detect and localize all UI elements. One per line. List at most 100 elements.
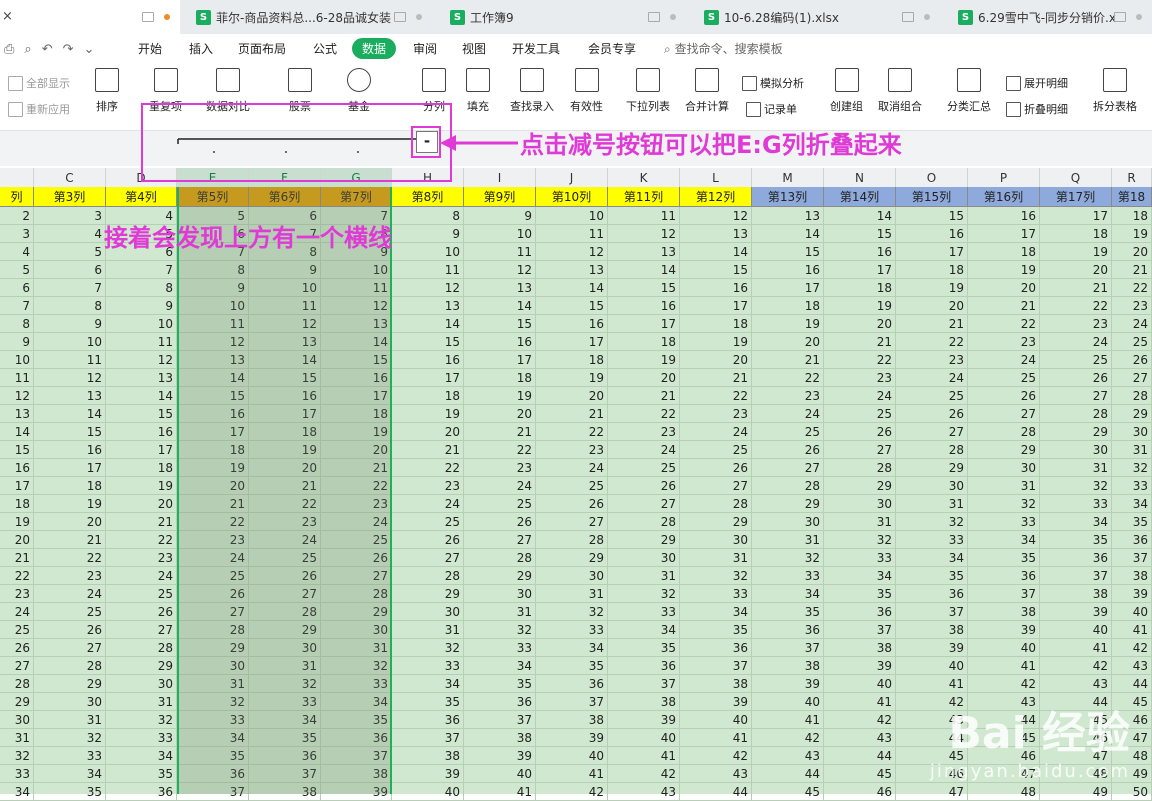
- grid-cell[interactable]: 50: [1112, 783, 1152, 801]
- grid-cell[interactable]: 16: [249, 387, 321, 405]
- grid-cell[interactable]: 29: [392, 585, 464, 603]
- grid-cell[interactable]: 35: [608, 639, 680, 657]
- grid-cell[interactable]: 18: [321, 405, 392, 423]
- grid-cell[interactable]: 35: [824, 585, 896, 603]
- grid-cell[interactable]: 15: [321, 351, 392, 369]
- grid-cell[interactable]: 19: [608, 351, 680, 369]
- grid-cell[interactable]: 26: [896, 405, 968, 423]
- grid-cell[interactable]: 12: [34, 369, 106, 387]
- grid-cell[interactable]: 9: [392, 225, 464, 243]
- grid-cell[interactable]: 27: [968, 405, 1040, 423]
- grid-cell[interactable]: 28: [392, 567, 464, 585]
- grid-cell[interactable]: 32: [680, 567, 752, 585]
- grid-cell[interactable]: 8: [0, 315, 34, 333]
- grid-cell[interactable]: 39: [1040, 603, 1112, 621]
- grid-cell[interactable]: 17: [968, 225, 1040, 243]
- grid-cell[interactable]: 39: [536, 729, 608, 747]
- grid-cell[interactable]: 30: [896, 477, 968, 495]
- header-cell[interactable]: 第6列: [249, 187, 321, 207]
- grid-cell[interactable]: 18: [536, 351, 608, 369]
- grid-cell[interactable]: 23: [536, 441, 608, 459]
- grid-cell[interactable]: 2: [0, 207, 34, 225]
- grid-cell[interactable]: 16: [464, 333, 536, 351]
- grid-cell[interactable]: 39: [608, 711, 680, 729]
- grid-cell[interactable]: 37: [1112, 549, 1152, 567]
- grid-cell[interactable]: 14: [392, 315, 464, 333]
- grid-cell[interactable]: 15: [752, 243, 824, 261]
- grid-cell[interactable]: 37: [392, 729, 464, 747]
- grid-cell[interactable]: 14: [106, 387, 177, 405]
- grid-cell[interactable]: 19: [680, 333, 752, 351]
- grid-cell[interactable]: 13: [106, 369, 177, 387]
- grid-cell[interactable]: 22: [536, 423, 608, 441]
- grid-cell[interactable]: 43: [824, 729, 896, 747]
- grid-cell[interactable]: 18: [752, 297, 824, 315]
- grid-cell[interactable]: 31: [968, 477, 1040, 495]
- grid-cell[interactable]: 19: [752, 315, 824, 333]
- grid-cell[interactable]: 27: [536, 513, 608, 531]
- grid-cell[interactable]: 33: [464, 639, 536, 657]
- grid-cell[interactable]: 25: [464, 495, 536, 513]
- grid-cell[interactable]: 30: [536, 567, 608, 585]
- window-icon[interactable]: [142, 12, 154, 22]
- header-cell[interactable]: 第13列: [752, 187, 824, 207]
- grid-cell[interactable]: 24: [177, 549, 249, 567]
- grid-cell[interactable]: 36: [249, 747, 321, 765]
- grid-cell[interactable]: 23: [896, 351, 968, 369]
- grid-cell[interactable]: 26: [968, 387, 1040, 405]
- grid-cell[interactable]: 13: [321, 315, 392, 333]
- grid-cell[interactable]: 14: [752, 225, 824, 243]
- grid-cell[interactable]: 11: [321, 279, 392, 297]
- header-cell[interactable]: 第17列: [1040, 187, 1112, 207]
- grid-cell[interactable]: 25: [392, 513, 464, 531]
- record-button[interactable]: 记录单: [746, 101, 797, 117]
- grid-cell[interactable]: 37: [680, 657, 752, 675]
- grid-cell[interactable]: 20: [752, 333, 824, 351]
- grid-cell[interactable]: 35: [536, 657, 608, 675]
- grid-cell[interactable]: 11: [249, 297, 321, 315]
- grid-cell[interactable]: 12: [0, 387, 34, 405]
- grid-cell[interactable]: 15: [249, 369, 321, 387]
- grid-cell[interactable]: 34: [0, 783, 34, 801]
- grid-cell[interactable]: 33: [34, 747, 106, 765]
- tab-3[interactable]: S 10-6.28编码(1).xlsx: [690, 0, 940, 34]
- grid-cell[interactable]: 42: [968, 675, 1040, 693]
- grid-cell[interactable]: 28: [464, 549, 536, 567]
- grid-cell[interactable]: 23: [680, 405, 752, 423]
- grid-cell[interactable]: 19: [896, 279, 968, 297]
- grid-cell[interactable]: 36: [680, 639, 752, 657]
- grid-cell[interactable]: 43: [752, 747, 824, 765]
- grid-cell[interactable]: 10: [464, 225, 536, 243]
- grid-cell[interactable]: 34: [968, 531, 1040, 549]
- grid-cell[interactable]: 36: [392, 711, 464, 729]
- grid-cell[interactable]: 22: [608, 405, 680, 423]
- grid-cell[interactable]: 14: [824, 207, 896, 225]
- grid-cell[interactable]: 33: [1112, 477, 1152, 495]
- grid-cell[interactable]: 5: [0, 261, 34, 279]
- grid-cell[interactable]: 21: [392, 441, 464, 459]
- grid-cell[interactable]: 28: [608, 513, 680, 531]
- header-cell[interactable]: 第8列: [392, 187, 464, 207]
- grid-cell[interactable]: 17: [752, 279, 824, 297]
- grid-cell[interactable]: 37: [464, 711, 536, 729]
- grid-cell[interactable]: 26: [1112, 351, 1152, 369]
- grid-cell[interactable]: 30: [34, 693, 106, 711]
- tab-0[interactable]: ×: [0, 0, 180, 34]
- grid-cell[interactable]: 36: [968, 567, 1040, 585]
- grid-cell[interactable]: 39: [464, 747, 536, 765]
- grid-cell[interactable]: 30: [321, 621, 392, 639]
- grid-cell[interactable]: 31: [824, 513, 896, 531]
- grid-cell[interactable]: 38: [680, 675, 752, 693]
- grid-cell[interactable]: 31: [896, 495, 968, 513]
- grid-cell[interactable]: 12: [608, 225, 680, 243]
- grid-cell[interactable]: 22: [896, 333, 968, 351]
- grid-cell[interactable]: 41: [752, 711, 824, 729]
- window-icon[interactable]: [648, 12, 660, 22]
- grid-cell[interactable]: 34: [106, 747, 177, 765]
- grid-cell[interactable]: 20: [896, 297, 968, 315]
- grid-cell[interactable]: 24: [752, 405, 824, 423]
- grid-cell[interactable]: 17: [34, 459, 106, 477]
- header-cell[interactable]: 第12列: [680, 187, 752, 207]
- grid-cell[interactable]: 21: [249, 477, 321, 495]
- grid-cell[interactable]: 25: [824, 405, 896, 423]
